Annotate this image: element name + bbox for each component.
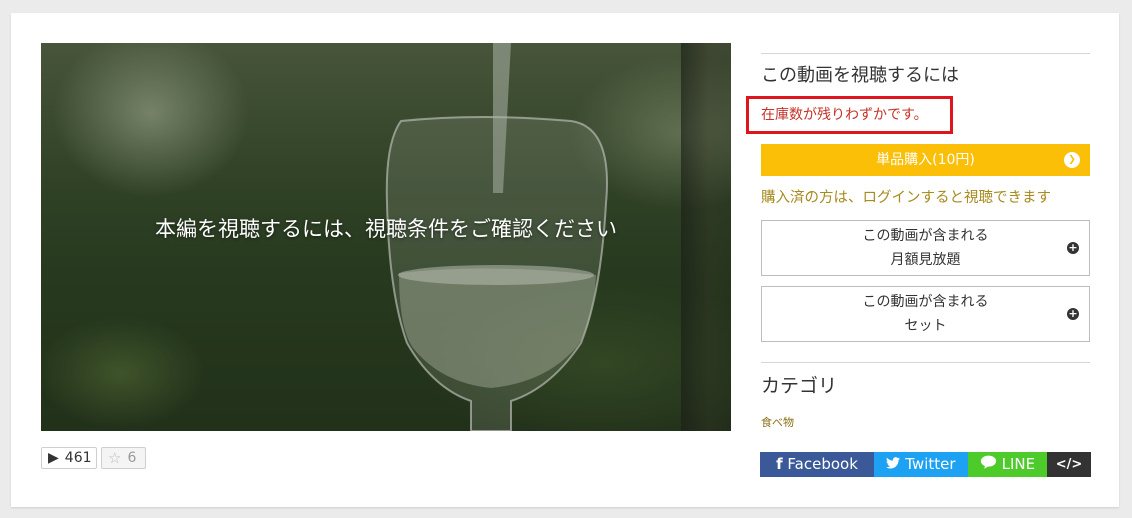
twitter-bird-icon: [886, 457, 901, 469]
login-note: 購入済の方は、ログインすると視聴できます: [761, 190, 1051, 206]
set-line2: セット: [904, 318, 947, 334]
stock-notice: 在庫数が残りわずかです。: [746, 96, 953, 134]
line-logo-icon: [980, 455, 997, 469]
favorite-button[interactable]: ☆ 6: [101, 447, 146, 469]
favorite-count: 6: [127, 450, 137, 466]
category-link[interactable]: 食べ物: [761, 414, 794, 430]
set-plan-button[interactable]: この動画が含まれる セット +: [761, 286, 1090, 342]
code-icon: </>: [1055, 457, 1083, 472]
view-count: 461: [64, 450, 92, 466]
facebook-share-button[interactable]: f Facebook: [760, 452, 874, 477]
subscription-plan-button[interactable]: この動画が含まれる 月額見放題 +: [761, 220, 1090, 276]
video-overlay-message: 本編を視聴するには、視聴条件をご確認ください: [155, 217, 617, 241]
chevron-right-icon: ❯: [1064, 152, 1080, 168]
view-count-badge: ▶ 461: [41, 447, 97, 469]
purchase-panel: この動画を視聴するには: [761, 53, 1090, 88]
line-label: LINE: [1001, 455, 1036, 473]
embed-code-button[interactable]: </>: [1047, 452, 1091, 477]
plus-circle-icon: +: [1067, 241, 1079, 254]
subscription-line2: 月額見放題: [890, 252, 961, 268]
twitter-label: Twitter: [905, 455, 956, 473]
subscription-line1: この動画が含まれる: [862, 228, 989, 244]
twitter-share-button[interactable]: Twitter: [874, 452, 968, 477]
purchase-section-title: この動画を視聴するには: [761, 65, 959, 86]
facebook-icon: f: [776, 455, 783, 473]
buy-single-button[interactable]: 単品購入(10円) ❯: [761, 144, 1090, 176]
set-line1: この動画が含まれる: [862, 294, 989, 310]
plus-circle-icon: +: [1067, 307, 1079, 320]
line-share-button[interactable]: LINE: [968, 452, 1047, 477]
section-divider: [761, 53, 1090, 54]
buy-single-label: 単品購入(10円): [876, 152, 975, 168]
section-divider: [761, 362, 1090, 363]
facebook-label: Facebook: [787, 455, 858, 473]
play-icon: ▶: [48, 450, 59, 466]
category-title: カテゴリ: [761, 375, 838, 397]
star-icon: ☆: [108, 449, 122, 467]
video-player[interactable]: 本編を視聴するには、視聴条件をご確認ください: [41, 43, 731, 431]
